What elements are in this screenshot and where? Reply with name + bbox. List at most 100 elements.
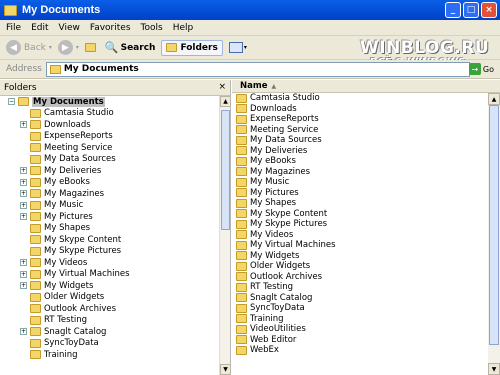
expand-toggle-icon[interactable]: +: [20, 167, 27, 174]
up-folder-button[interactable]: [84, 43, 99, 52]
menu-help[interactable]: Help: [173, 23, 194, 33]
content-scrollbar[interactable]: ▲ ▼: [488, 93, 500, 375]
close-pane-button[interactable]: ×: [218, 82, 226, 92]
tree-item[interactable]: + My Pictures: [0, 211, 219, 223]
tree-item[interactable]: − My Documents: [0, 96, 219, 108]
tree-item[interactable]: Training: [0, 349, 219, 361]
folder-icon: [236, 209, 247, 219]
tree-item[interactable]: SyncToyData: [0, 338, 219, 350]
scroll-down-icon[interactable]: ▼: [488, 363, 500, 375]
back-button[interactable]: ◀ Back ▾: [6, 40, 52, 55]
tree-item[interactable]: ExpenseReports: [0, 131, 219, 143]
expand-toggle-icon[interactable]: +: [20, 121, 27, 128]
file-list-item[interactable]: My Shapes: [232, 198, 488, 209]
tree-item[interactable]: + Snaglt Catalog: [0, 326, 219, 338]
file-list-item[interactable]: My Data Sources: [232, 135, 488, 146]
file-list-item[interactable]: My Deliveries: [232, 146, 488, 157]
file-list-item[interactable]: My Magazines: [232, 167, 488, 178]
tree-item[interactable]: My Data Sources: [0, 154, 219, 166]
tree-item[interactable]: Older Widgets: [0, 292, 219, 304]
file-list-item[interactable]: SyncToyData: [232, 303, 488, 314]
file-list-item[interactable]: Camtasia Studio: [232, 93, 488, 104]
file-list-item[interactable]: Downloads: [232, 104, 488, 115]
file-list-item[interactable]: Snaglt Catalog: [232, 293, 488, 304]
menu-view[interactable]: View: [59, 23, 80, 33]
expand-toggle-icon[interactable]: +: [20, 259, 27, 266]
tree-item[interactable]: + My Videos: [0, 257, 219, 269]
tree-item[interactable]: + My eBooks: [0, 177, 219, 189]
address-input[interactable]: My Documents: [45, 61, 470, 77]
name-column-header[interactable]: Name ▲: [232, 80, 500, 93]
file-list-item[interactable]: WebEx: [232, 345, 488, 356]
folder-icon: [236, 272, 247, 282]
search-button[interactable]: 🔍 Search: [105, 41, 156, 54]
expand-toggle-icon[interactable]: +: [20, 270, 27, 278]
scroll-up-icon[interactable]: ▲: [488, 93, 500, 105]
tree-item[interactable]: My Skype Content: [0, 234, 219, 246]
expand-toggle-icon[interactable]: +: [20, 178, 27, 186]
tree-item[interactable]: My Shapes: [0, 223, 219, 235]
tree-item[interactable]: + Downloads: [0, 119, 219, 131]
scroll-up-icon[interactable]: ▲: [220, 96, 231, 107]
menu-favorites[interactable]: Favorites: [90, 23, 131, 33]
tree-item[interactable]: Outlook Archives: [0, 303, 219, 315]
file-list-item[interactable]: My Skype Content: [232, 209, 488, 220]
tree-item[interactable]: + My Magazines: [0, 188, 219, 200]
tree-item[interactable]: My Skype Pictures: [0, 246, 219, 258]
expand-toggle-icon[interactable]: +: [20, 201, 27, 209]
file-list-item[interactable]: VideoUtilities: [232, 324, 488, 335]
tree-item[interactable]: RT Testing: [0, 315, 219, 327]
folder-icon: [236, 261, 247, 271]
menu-edit[interactable]: Edit: [31, 23, 48, 33]
expand-toggle-icon[interactable]: −: [8, 98, 15, 105]
expand-toggle-icon[interactable]: +: [20, 282, 27, 289]
folders-scrollbar[interactable]: ▲ ▼: [219, 96, 231, 375]
maximize-button[interactable]: □: [463, 2, 479, 18]
expand-toggle-icon[interactable]: +: [20, 328, 27, 335]
tree-item-label: My Virtual Machines: [44, 269, 130, 280]
file-list-item[interactable]: Web Editor: [232, 335, 488, 346]
scroll-thumb[interactable]: [489, 105, 499, 345]
close-button[interactable]: ×: [481, 2, 497, 18]
folder-icon: [30, 120, 41, 130]
folder-icon: [236, 219, 247, 229]
address-bar: Address My Documents → Go: [0, 60, 500, 79]
file-list-item[interactable]: My Music: [232, 177, 488, 188]
go-button[interactable]: → Go: [468, 63, 494, 75]
file-list-item[interactable]: My eBooks: [232, 156, 488, 167]
file-list-item[interactable]: ExpenseReports: [232, 114, 488, 125]
expand-toggle-icon[interactable]: +: [20, 213, 27, 220]
address-label: Address: [6, 64, 42, 74]
tree-item-label: My Videos: [44, 257, 88, 268]
file-list-item[interactable]: My Skype Pictures: [232, 219, 488, 230]
file-list-item[interactable]: RT Testing: [232, 282, 488, 293]
menu-tools[interactable]: Tools: [141, 23, 163, 33]
file-list-item[interactable]: Outlook Archives: [232, 272, 488, 283]
file-list-item-label: RT Testing: [250, 282, 294, 293]
folder-icon: [236, 324, 247, 334]
menu-file[interactable]: File: [6, 23, 21, 33]
file-list-item[interactable]: My Widgets: [232, 251, 488, 262]
tree-item[interactable]: + My Music: [0, 200, 219, 212]
expand-toggle-icon[interactable]: +: [20, 190, 27, 197]
scroll-down-icon[interactable]: ▼: [220, 364, 231, 375]
forward-button[interactable]: ▶ ▾: [57, 40, 79, 55]
tree-item[interactable]: + My Deliveries: [0, 165, 219, 177]
file-list-item-label: My Data Sources: [250, 135, 322, 146]
scroll-thumb[interactable]: [221, 110, 230, 230]
tree-item-label: My eBooks: [44, 177, 90, 188]
file-list-item[interactable]: Meeting Service: [232, 125, 488, 136]
views-button[interactable]: ▾: [228, 42, 247, 53]
file-list-item[interactable]: Training: [232, 314, 488, 325]
file-list-item[interactable]: My Pictures: [232, 188, 488, 199]
file-list-item[interactable]: My Videos: [232, 230, 488, 241]
folder-icon: [30, 189, 41, 199]
tree-item[interactable]: + My Virtual Machines: [0, 269, 219, 281]
file-list-item[interactable]: My Virtual Machines: [232, 240, 488, 251]
folders-button[interactable]: Folders: [161, 39, 223, 56]
minimize-button[interactable]: _: [445, 2, 461, 18]
tree-item[interactable]: Camtasia Studio: [0, 108, 219, 120]
tree-item[interactable]: Meeting Service: [0, 142, 219, 154]
file-list-item[interactable]: Older Widgets: [232, 261, 488, 272]
tree-item[interactable]: + My Widgets: [0, 280, 219, 292]
